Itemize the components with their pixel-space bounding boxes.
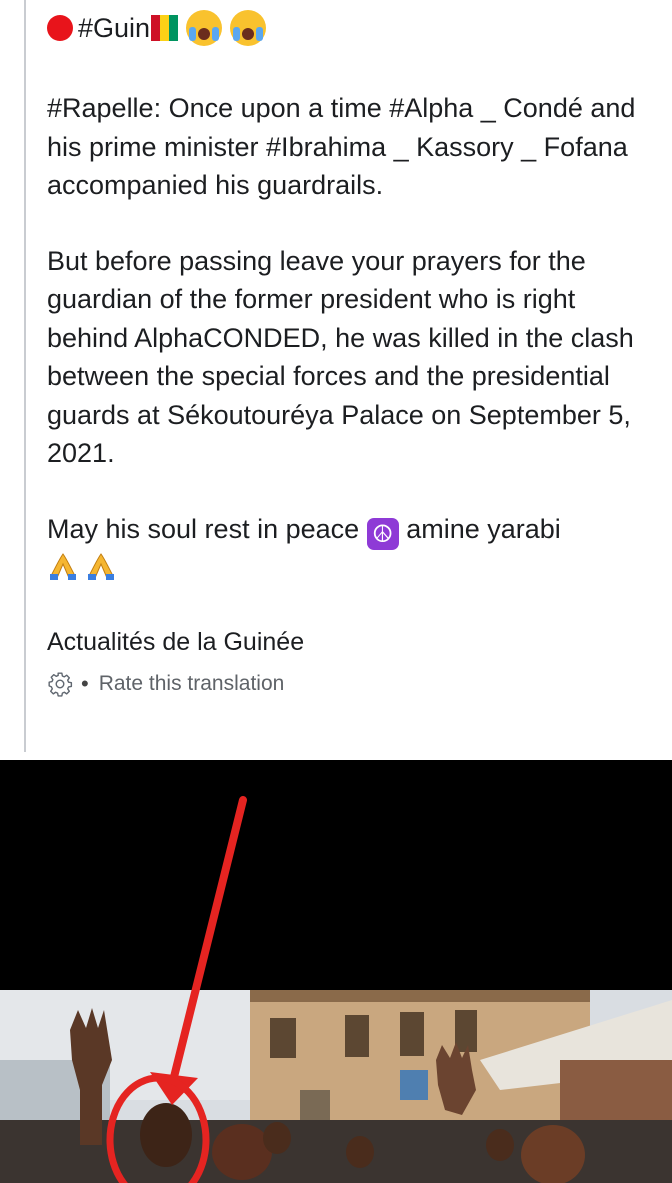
folded-hands-icon [88, 552, 114, 580]
crowd-photo-image [0, 760, 672, 1183]
post-title-line: #Guin [47, 8, 647, 48]
folded-hands-icon [50, 552, 76, 580]
translation-row: • Rate this translation [47, 667, 647, 701]
post-title-text: #Guin [78, 13, 151, 43]
translated-post: #Guin #Rapelle: Once upon a time #Alpha … [47, 8, 647, 701]
closing-text: May his soul rest in peace [47, 513, 360, 544]
post-closing: May his soul rest in peace ☮ amine yarab… [47, 510, 647, 590]
post-paragraph: But before passing leave your prayers fo… [47, 245, 634, 469]
rate-translation-link[interactable]: Rate this translation [99, 672, 285, 696]
red-circle-icon [47, 15, 73, 41]
crying-face-icon [186, 10, 223, 46]
quote-rule [24, 0, 26, 752]
crying-face-icon [230, 10, 267, 46]
peace-symbol-icon: ☮ [366, 517, 399, 550]
source-name: Actualités de la Guinée [47, 628, 305, 657]
closing-suffix: amine yarabi [406, 513, 561, 544]
post-paragraph: #Rapelle: Once upon a time #Alpha _ Cond… [47, 93, 636, 200]
guinea-flag-icon [151, 15, 179, 41]
separator-dot: • [81, 671, 89, 697]
gear-icon[interactable] [47, 671, 73, 697]
post-photo[interactable] [0, 760, 672, 1183]
